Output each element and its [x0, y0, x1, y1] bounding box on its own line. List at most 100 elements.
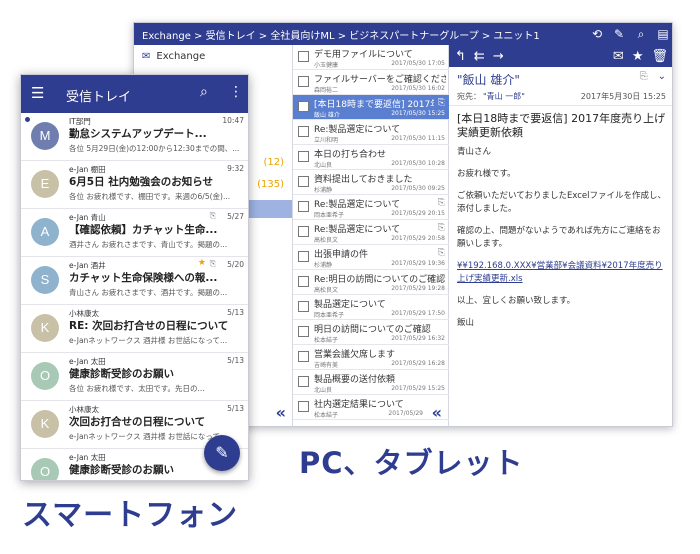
smartphone-window: ☰ 受信トレイ ⌕ ⋮ M IT部門 10:47 勤怠システムアップデート...… — [20, 74, 249, 481]
message-row[interactable]: ファイルサーバーをご確認ください 森岡裕二 2017/05/30 16:02 — [293, 70, 449, 95]
message-row[interactable]: 資料提出しておきました 杉浦静 2017/05/30 09:25 — [293, 170, 449, 195]
collapse-icon[interactable]: « — [432, 403, 442, 422]
folder-exchange[interactable]: ✉ Exchange — [134, 45, 292, 67]
recipient-name[interactable]: "青山 一郎" — [483, 91, 581, 102]
attachment-icon[interactable]: ⎘ — [640, 71, 648, 88]
message-row[interactable]: 社内選定結果について 松本結子 2017/05/29 — [293, 395, 449, 420]
attachment-icon: ⎘ — [209, 259, 216, 268]
message-row[interactable]: 製品選定について 岡本亜希子 2017/05/29 17:50 — [293, 295, 449, 320]
message-subject: 出張申請の件 — [314, 250, 369, 260]
message-subject: Re:製品選定について — [314, 200, 401, 210]
item-preview: 各位 5月29日(金)の12:00から12:30までの間、... — [69, 144, 240, 153]
list-item[interactable]: S e-Jan 酒井 ★ ⎘ 5/20 カチャット生命保険様への報... 青山さ… — [21, 257, 248, 305]
row-checkbox[interactable] — [298, 276, 309, 287]
message-subject: デモ用ファイルについて — [314, 50, 413, 60]
list-item[interactable]: E e-Jan 棚田 9:32 6月5日 社内勉強会のお知らせ 各位 お疲れ様で… — [21, 161, 248, 209]
row-checkbox[interactable] — [298, 201, 309, 212]
item-date: 5/20 — [227, 260, 244, 269]
attachment-icon: ⎘ — [437, 198, 445, 208]
message-row[interactable]: 営業会議欠席します 吉崎有美 2017/05/29 16:28 — [293, 345, 449, 370]
more-icon[interactable]: ⋮ — [229, 84, 243, 100]
reply-icon[interactable]: ↰ — [455, 49, 466, 64]
breadcrumb[interactable]: Exchange > 受信トレイ > 全社員向けML > ビジネスパートナーグル… — [142, 27, 586, 42]
row-checkbox[interactable] — [298, 301, 309, 312]
row-checkbox[interactable] — [298, 126, 309, 137]
row-checkbox[interactable] — [298, 76, 309, 87]
star-icon[interactable]: ★ — [632, 49, 644, 64]
message-row[interactable]: 明日の訪問についてのご確認 松本結子 2017/05/29 16:32 — [293, 320, 449, 345]
message-from: 松本結子 — [314, 412, 339, 419]
message-row-selected[interactable]: [本日18時まで要返信] 2017年度売り上げ実績更新依頼⎘ 飯山 雄介 2017/… — [293, 95, 449, 120]
message-date: 2017/05/29 19:28 — [391, 285, 445, 292]
chevron-down-icon[interactable]: ⌄ — [658, 71, 666, 88]
row-checkbox[interactable] — [298, 401, 309, 412]
item-date: 9:32 — [227, 164, 244, 173]
list-item[interactable]: A e-Jan 青山 ⎘ 5/27 【確認依頼】カチャット生命... 酒井さん … — [21, 209, 248, 257]
body-closing: 以上、宜しくお願い致します。 — [457, 296, 576, 306]
message-from: 北山良 — [314, 387, 333, 394]
item-preview: 酒井さん お疲れさまです、青山です。掲題の... — [69, 240, 228, 249]
mail-icon: ✉ — [142, 50, 151, 62]
forward-icon[interactable]: → — [493, 49, 504, 64]
search-icon[interactable]: ⌕ — [630, 27, 652, 42]
file-link[interactable]: ¥¥192.168.0.XXX¥営業部¥会議資料¥2017年度売り上げ実績更新.… — [457, 260, 666, 286]
menu-icon[interactable]: ☰ — [31, 84, 44, 102]
message-list: デモ用ファイルについて 小玉健康 2017/05/30 17:05 ファイルサーバー… — [293, 45, 449, 426]
mail-icon[interactable]: ✉ — [613, 49, 624, 64]
unread-dot — [25, 117, 30, 122]
star-icon[interactable]: ★ — [198, 258, 206, 268]
trash-icon[interactable]: 🗑 — [651, 49, 668, 64]
message-row[interactable]: Re:明日の訪問についてのご確認 高松良文 2017/05/29 19:28 — [293, 270, 449, 295]
collapse-icon[interactable]: « — [276, 403, 286, 422]
row-checkbox[interactable] — [298, 251, 309, 262]
panel-icon[interactable]: ▤ — [652, 27, 672, 41]
folder-label: Exchange — [156, 50, 206, 62]
message-row[interactable]: Re:製品選定について 立川和明 2017/05/30 11:15 — [293, 120, 449, 145]
reader-toolbar: ↰ ⇇ → ✉ ★ 🗑 — [449, 45, 672, 67]
row-checkbox[interactable] — [298, 101, 309, 112]
avatar: M — [31, 122, 59, 150]
row-checkbox[interactable] — [298, 151, 309, 162]
message-date: 2017/05/30 09:25 — [391, 185, 445, 192]
reply-all-icon[interactable]: ⇇ — [474, 49, 485, 64]
search-icon[interactable]: ⌕ — [200, 84, 208, 100]
row-checkbox[interactable] — [298, 326, 309, 337]
message-subject: 営業会議欠席します — [314, 350, 396, 360]
message-row[interactable]: Re:製品選定について ⎘ 高松良文 2017/05/29 20:58 — [293, 220, 449, 245]
avatar: O — [31, 458, 59, 480]
sender-name[interactable]: "飯山 雄介" — [457, 71, 640, 88]
list-item[interactable]: O e-Jan 太田 5/13 健康診断受診のお願い 各位 お疲れ様です、太田で… — [21, 353, 248, 401]
body-greeting: 青山さん — [457, 147, 492, 157]
message-row[interactable]: 製品概要の送付依頼 北山良 2017/05/29 15:25 — [293, 370, 449, 395]
message-from: 小玉健康 — [314, 62, 339, 69]
phone-title: 受信トレイ — [66, 90, 132, 105]
message-date: 2017/05/30 11:15 — [391, 135, 445, 142]
sync-icon[interactable]: ⟲ — [586, 27, 608, 41]
row-checkbox[interactable] — [298, 351, 309, 362]
message-row[interactable]: 出張申請の件 ⎘ 杉浦静 2017/05/29 19:36 — [293, 245, 449, 270]
list-item[interactable]: K 小林康太 5/13 RE: 次回お打合せの日程について e-Janネットワー… — [21, 305, 248, 353]
message-subject: 製品選定について — [314, 300, 386, 310]
row-checkbox[interactable] — [298, 376, 309, 387]
message-row[interactable]: Re:製品選定について ⎘ 岡本亜希子 2017/05/29 20:15 — [293, 195, 449, 220]
phone-app-bar: ☰ 受信トレイ ⌕ ⋮ — [21, 75, 248, 113]
edit-icon[interactable]: ✎ — [608, 27, 630, 41]
message-row[interactable]: デモ用ファイルについて 小玉健康 2017/05/30 17:05 — [293, 45, 449, 70]
reader-subject: [本日18時まで要返信] 2017年度売り上げ実績更新依頼 — [457, 112, 666, 139]
row-checkbox[interactable] — [298, 226, 309, 237]
row-checkbox[interactable] — [298, 176, 309, 187]
row-checkbox[interactable] — [298, 51, 309, 62]
message-date: 2017/05/29 20:58 — [391, 235, 445, 242]
message-date: 2017/05/29 15:25 — [391, 385, 445, 392]
message-date: 2017/05/29 17:50 — [391, 310, 445, 317]
avatar: K — [31, 410, 59, 438]
message-subject: 資料提出しておきました — [314, 175, 413, 185]
message-date: 2017/05/30 10:28 — [391, 160, 445, 167]
message-from: 森岡裕二 — [314, 87, 339, 94]
item-preview: 各位 お疲れ様です、棚田です。来週の6/5(金)... — [69, 192, 231, 201]
item-subject: 勤怠システムアップデート... — [69, 128, 207, 140]
message-row[interactable]: 本日の打ち合わせ 北山良 2017/05/30 10:28 — [293, 145, 449, 170]
list-item[interactable]: M IT部門 10:47 勤怠システムアップデート... 各位 5月29日(金)… — [21, 113, 248, 161]
item-date: 5/13 — [227, 308, 244, 317]
compose-button[interactable]: ✎ — [204, 435, 240, 471]
